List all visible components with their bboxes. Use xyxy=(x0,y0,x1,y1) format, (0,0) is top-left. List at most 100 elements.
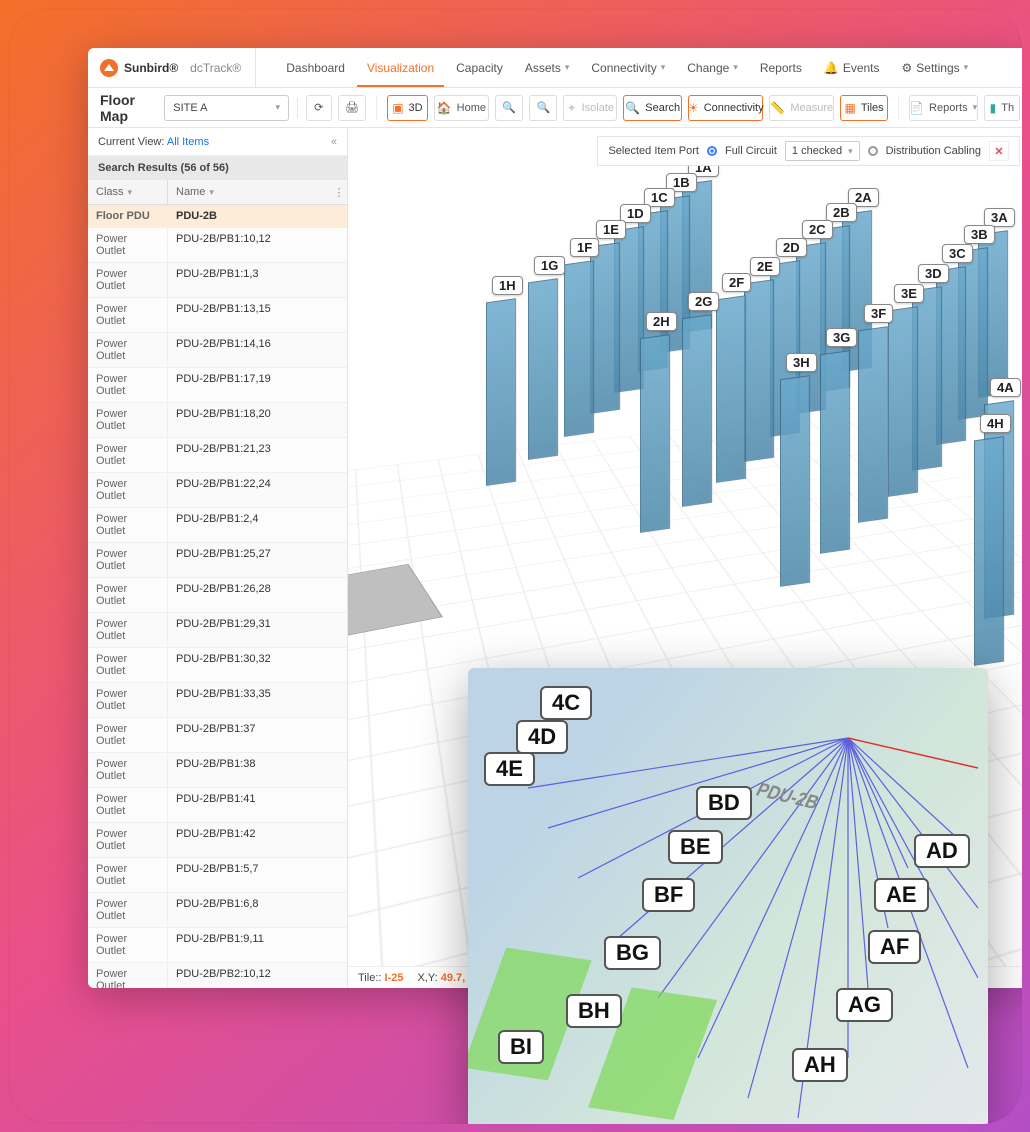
isolate-button[interactable]: ✦Isolate xyxy=(563,95,617,121)
table-row[interactable]: Power OutletPDU-2B/PB1:10,12 xyxy=(88,228,347,263)
close-filter-button[interactable]: ✕ xyxy=(989,141,1009,161)
table-row[interactable]: Power OutletPDU-2B/PB1:22,24 xyxy=(88,473,347,508)
inset-rack-label-BD[interactable]: BD xyxy=(696,786,752,820)
inset-rack-label-AH[interactable]: AH xyxy=(792,1048,848,1082)
zoom-in-button[interactable]: 🔍 xyxy=(495,95,523,121)
rack-label-1G[interactable]: 1G xyxy=(534,256,565,275)
nav-connectivity[interactable]: Connectivity▾ xyxy=(581,49,675,87)
rack-label-2B[interactable]: 2B xyxy=(826,203,857,222)
rack-label-3G[interactable]: 3G xyxy=(826,328,857,347)
table-row[interactable]: Power OutletPDU-2B/PB1:30,32 xyxy=(88,648,347,683)
rack-label-3E[interactable]: 3E xyxy=(894,284,924,303)
checked-select[interactable]: 1 checked▾ xyxy=(785,141,860,161)
row-name: PDU-2B/PB1:30,32 xyxy=(168,648,347,682)
table-row[interactable]: Power OutletPDU-2B/PB1:13,15 xyxy=(88,298,347,333)
rack-label-1E[interactable]: 1E xyxy=(596,220,626,239)
table-row[interactable]: Power OutletPDU-2B/PB1:26,28 xyxy=(88,578,347,613)
inset-rack-label-BI[interactable]: BI xyxy=(498,1030,544,1064)
site-select[interactable]: SITE A ▾ xyxy=(164,95,289,121)
table-row[interactable]: Power OutletPDU-2B/PB1:2,4 xyxy=(88,508,347,543)
inset-rack-label-AE[interactable]: AE xyxy=(874,878,929,912)
table-row[interactable]: Power OutletPDU-2B/PB1:1,3 xyxy=(88,263,347,298)
nav-reports[interactable]: Reports xyxy=(750,49,812,87)
rack-label-2H[interactable]: 2H xyxy=(646,312,677,331)
inset-rack-label-4E[interactable]: 4E xyxy=(484,752,535,786)
isolate-icon: ✦ xyxy=(567,101,577,115)
rack-label-3C[interactable]: 3C xyxy=(942,244,973,263)
inset-rack-label-AD[interactable]: AD xyxy=(914,834,970,868)
rack-label-2E[interactable]: 2E xyxy=(750,257,780,276)
report-icon: 📄 xyxy=(909,101,924,115)
nav-visualization[interactable]: Visualization xyxy=(357,49,444,87)
col-menu-button[interactable]: ⋮ xyxy=(331,180,347,204)
table-row[interactable]: Power OutletPDU-2B/PB1:5,7 xyxy=(88,858,347,893)
zoom-out-button[interactable]: 🔍 xyxy=(529,95,557,121)
reports-dropdown[interactable]: 📄Reports▾ xyxy=(909,95,978,121)
table-row[interactable]: Power OutletPDU-2B/PB1:21,23 xyxy=(88,438,347,473)
col-class[interactable]: Class▾ xyxy=(88,180,168,204)
nav-change[interactable]: Change▾ xyxy=(677,49,748,87)
table-row[interactable]: Power OutletPDU-2B/PB1:18,20 xyxy=(88,403,347,438)
row-name: PDU-2B/PB1:41 xyxy=(168,788,347,822)
inset-rack-label-4D[interactable]: 4D xyxy=(516,720,568,754)
radio-full-circuit[interactable] xyxy=(707,146,717,156)
inset-rack-label-4C[interactable]: 4C xyxy=(540,686,592,720)
table-row[interactable]: Power OutletPDU-2B/PB1:33,35 xyxy=(88,683,347,718)
table-row[interactable]: Power OutletPDU-2B/PB1:37 xyxy=(88,718,347,753)
rack-label-4H[interactable]: 4H xyxy=(980,414,1011,433)
measure-button[interactable]: 📏Measure xyxy=(769,95,834,121)
rack-label-2C[interactable]: 2C xyxy=(802,220,833,239)
rack-label-2F[interactable]: 2F xyxy=(722,273,751,292)
inset-rack-label-BG[interactable]: BG xyxy=(604,936,661,970)
rack-label-3B[interactable]: 3B xyxy=(964,225,995,244)
table-row[interactable]: Power OutletPDU-2B/PB2:10,12 xyxy=(88,963,347,988)
rack-label-3D[interactable]: 3D xyxy=(918,264,949,283)
nav-capacity[interactable]: Capacity xyxy=(446,49,513,87)
table-row[interactable]: Power OutletPDU-2B/PB1:38 xyxy=(88,753,347,788)
inset-rack-label-AG[interactable]: AG xyxy=(836,988,893,1022)
three-d-button[interactable]: ▣3D xyxy=(387,95,428,121)
print-button[interactable]: 🖨 xyxy=(338,95,367,121)
nav-settings[interactable]: ⚙Settings▾ xyxy=(892,49,979,87)
results-rows[interactable]: Floor PDUPDU-2BPower OutletPDU-2B/PB1:10… xyxy=(88,205,347,988)
chevron-down-icon: ▾ xyxy=(565,62,570,73)
row-name: PDU-2B/PB1:37 xyxy=(168,718,347,752)
rack-label-3F[interactable]: 3F xyxy=(864,304,893,323)
inset-rack-label-AF[interactable]: AF xyxy=(868,930,921,964)
row-name: PDU-2B xyxy=(168,205,347,227)
search-button[interactable]: 🔍Search xyxy=(623,95,682,121)
col-name[interactable]: Name▾ xyxy=(168,180,331,204)
table-row[interactable]: Power OutletPDU-2B/PB1:9,11 xyxy=(88,928,347,963)
nav-events[interactable]: 🔔Events xyxy=(814,49,890,87)
rack-label-2D[interactable]: 2D xyxy=(776,238,807,257)
table-row[interactable]: Power OutletPDU-2B/PB1:25,27 xyxy=(88,543,347,578)
table-row[interactable]: Power OutletPDU-2B/PB1:14,16 xyxy=(88,333,347,368)
rack-label-1H[interactable]: 1H xyxy=(492,276,523,295)
current-view-value[interactable]: All Items xyxy=(167,136,209,148)
inset-rack-label-BF[interactable]: BF xyxy=(642,878,695,912)
inset-rack-label-BH[interactable]: BH xyxy=(566,994,622,1028)
table-row[interactable]: Power OutletPDU-2B/PB1:42 xyxy=(88,823,347,858)
thermal-button[interactable]: ▮Th xyxy=(984,95,1020,121)
collapse-sidebar-button[interactable]: « xyxy=(331,136,337,148)
row-class: Power Outlet xyxy=(88,718,168,752)
inset-rack-label-BE[interactable]: BE xyxy=(668,830,723,864)
table-row[interactable]: Power OutletPDU-2B/PB1:29,31 xyxy=(88,613,347,648)
thermal-icon: ▮ xyxy=(990,101,997,115)
refresh-button[interactable]: ⟳ xyxy=(306,95,332,121)
rack-label-3H[interactable]: 3H xyxy=(786,353,817,372)
nav-dashboard[interactable]: Dashboard xyxy=(276,49,355,87)
radio-distribution-cabling[interactable] xyxy=(868,146,878,156)
table-row[interactable]: Floor PDUPDU-2B xyxy=(88,205,347,228)
rack-label-4A[interactable]: 4A xyxy=(990,378,1021,397)
rack-label-2G[interactable]: 2G xyxy=(688,292,719,311)
table-row[interactable]: Power OutletPDU-2B/PB1:17,19 xyxy=(88,368,347,403)
tiles-button[interactable]: ▦Tiles xyxy=(840,95,887,121)
nav-assets[interactable]: Assets▾ xyxy=(515,49,580,87)
row-class: Power Outlet xyxy=(88,823,168,857)
table-row[interactable]: Power OutletPDU-2B/PB1:41 xyxy=(88,788,347,823)
rack-label-1F[interactable]: 1F xyxy=(570,238,599,257)
table-row[interactable]: Power OutletPDU-2B/PB1:6,8 xyxy=(88,893,347,928)
connectivity-button[interactable]: ☀Connectivity xyxy=(688,95,763,121)
home-button[interactable]: 🏠Home xyxy=(434,95,489,121)
